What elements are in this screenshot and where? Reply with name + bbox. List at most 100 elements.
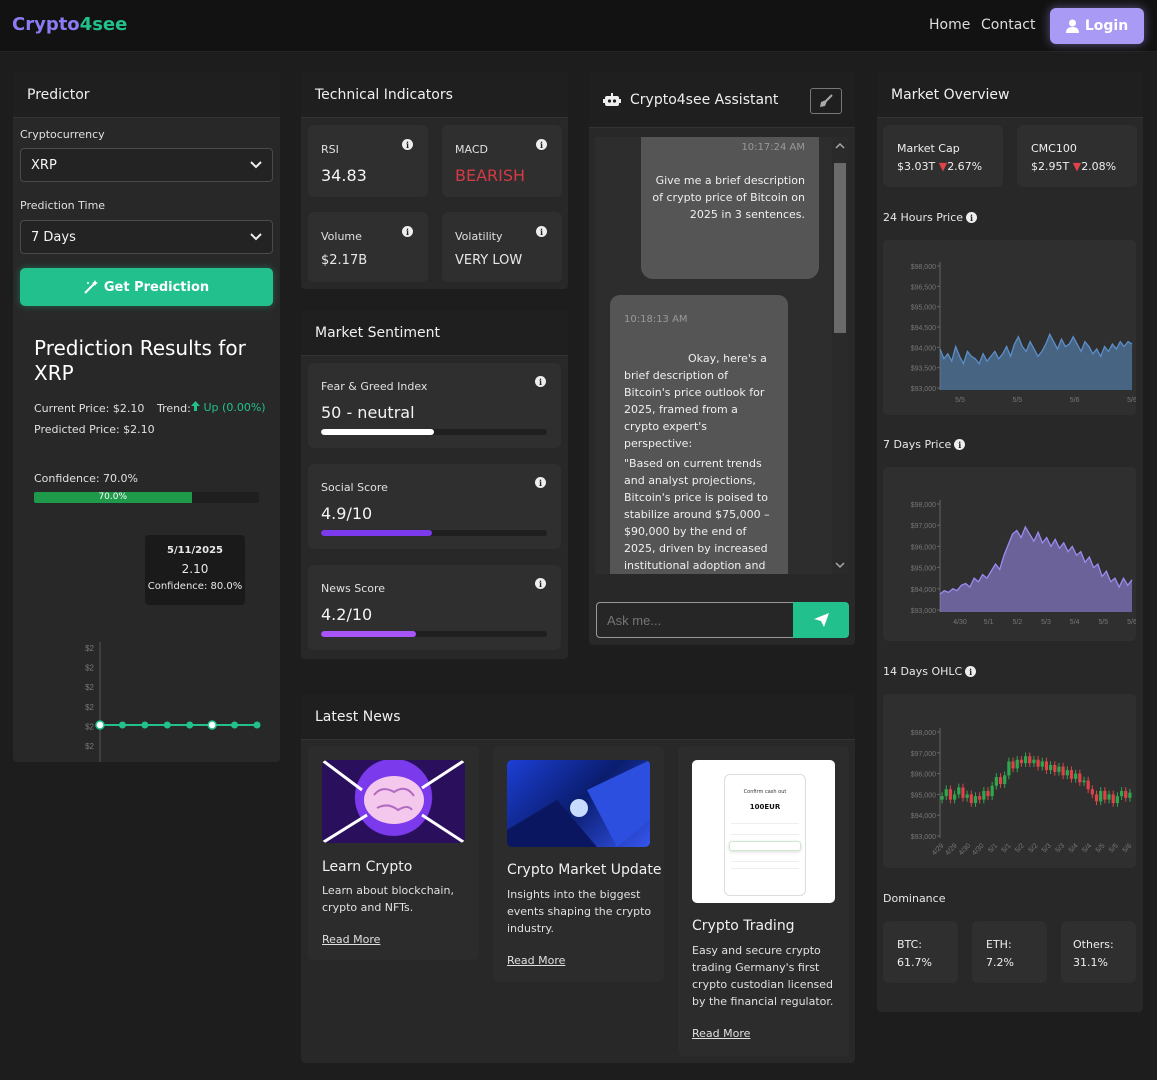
phone-header: Confirm cash out bbox=[743, 789, 787, 795]
clear-chat-button[interactable] bbox=[810, 88, 842, 114]
candle-body bbox=[1019, 759, 1023, 764]
candle-body bbox=[944, 789, 948, 797]
phone-amount: 100EUR bbox=[749, 803, 781, 811]
assistant-title: Crypto4see Assistant bbox=[630, 91, 779, 108]
info-icon[interactable]: i bbox=[965, 666, 977, 677]
candle-body bbox=[994, 777, 998, 786]
brand-part-b: 4see bbox=[79, 14, 128, 35]
candle-body bbox=[1119, 790, 1124, 797]
info-icon[interactable]: i bbox=[535, 477, 546, 488]
x-tick-label: 5/1 bbox=[984, 619, 994, 626]
info-icon[interactable]: i bbox=[535, 578, 546, 589]
send-button[interactable] bbox=[793, 602, 849, 638]
news-card-desc: Learn about blockchain, crypto and NFTs. bbox=[322, 884, 454, 914]
x-tick-label: 5/4 bbox=[1070, 619, 1080, 626]
candle-body bbox=[1086, 780, 1090, 790]
candle-body bbox=[982, 790, 986, 800]
chat-messages[interactable]: 10:17:24 AM Give me a brief description … bbox=[595, 137, 848, 574]
info-icon[interactable]: i bbox=[402, 139, 413, 150]
news-card-title: Crypto Market Update bbox=[507, 862, 662, 878]
time-label: Prediction Time bbox=[20, 199, 106, 212]
candle-body bbox=[1065, 770, 1069, 776]
brand-logo[interactable]: Crypto4see bbox=[12, 14, 127, 35]
current-price: Current Price: $2.10 bbox=[34, 402, 145, 415]
y-tick-label: $94,000 bbox=[911, 813, 936, 820]
candle-body bbox=[969, 794, 973, 804]
market-cap-value: $3.03T bbox=[897, 160, 936, 173]
nav-link-contact[interactable]: Contact bbox=[981, 17, 1035, 33]
crypto-select[interactable]: XRP bbox=[20, 148, 273, 182]
volume-value: $2.17B bbox=[321, 253, 368, 268]
candle-body bbox=[973, 796, 978, 804]
y-tick-label: $2 bbox=[85, 703, 94, 712]
tooltip-value: 2.10 bbox=[181, 562, 209, 576]
user-message: 10:17:24 AM Give me a brief description … bbox=[641, 137, 819, 279]
read-more-link[interactable]: Read More bbox=[322, 933, 380, 946]
candle-body bbox=[961, 787, 965, 798]
nav-link-home[interactable]: Home bbox=[929, 17, 970, 33]
bot-message-text-2: "Based on current trends and analyst pro… bbox=[624, 457, 770, 572]
time-select[interactable]: 7 Days bbox=[20, 220, 273, 254]
candle-body bbox=[1007, 761, 1011, 776]
others-value: 31.1% bbox=[1073, 956, 1108, 969]
y-tick-label: $2 bbox=[85, 722, 94, 731]
candle-body bbox=[1032, 759, 1036, 764]
trend-label: Trend: bbox=[157, 402, 191, 415]
info-icon[interactable]: i bbox=[536, 226, 547, 237]
fear-greed-bar bbox=[321, 429, 547, 435]
confidence-label: Confidence: 70.0% bbox=[34, 472, 138, 485]
read-more-link[interactable]: Read More bbox=[507, 954, 565, 967]
y-tick-label: $95,000 bbox=[911, 305, 936, 312]
volume-card: Volume i $2.17B bbox=[308, 212, 428, 282]
get-prediction-button[interactable]: Get Prediction bbox=[20, 268, 273, 306]
login-button[interactable]: Login bbox=[1050, 8, 1144, 44]
news-image-market bbox=[507, 760, 650, 847]
read-more-link[interactable]: Read More bbox=[692, 1027, 750, 1040]
x-tick-label: 5/5 bbox=[1108, 842, 1120, 854]
candle-body bbox=[1044, 761, 1049, 771]
bot-message: 10:18:13 AM Okay, here's a brief descrip… bbox=[610, 295, 788, 574]
info-icon[interactable]: i bbox=[536, 139, 547, 150]
info-icon[interactable]: i bbox=[535, 376, 546, 387]
predictor-title: Predictor bbox=[27, 86, 90, 103]
info-icon[interactable]: i bbox=[966, 212, 978, 223]
info-icon[interactable]: i bbox=[402, 226, 413, 237]
get-prediction-label: Get Prediction bbox=[103, 279, 210, 295]
chat-scrollbar-thumb[interactable] bbox=[834, 163, 846, 333]
fear-greed-value: 50 - neutral bbox=[321, 403, 415, 422]
candle-body bbox=[1028, 756, 1032, 764]
technical-title: Technical Indicators bbox=[315, 86, 453, 103]
volatility-label: Volatility bbox=[455, 230, 503, 243]
broom-icon bbox=[820, 94, 833, 107]
assistant-panel: Crypto4see Assistant 10:17:24 AM Give me… bbox=[589, 72, 855, 645]
x-tick-label: 5/1 bbox=[1001, 842, 1013, 854]
y-tick-label: $93,000 bbox=[911, 608, 936, 615]
y-tick-label: $97,000 bbox=[911, 523, 936, 530]
rsi-card: RSI i 34.83 bbox=[308, 125, 428, 197]
y-tick-label: $96,000 bbox=[911, 772, 936, 779]
news-card-desc: Easy and secure crypto trading Germany's… bbox=[692, 944, 834, 1008]
social-score-bar bbox=[321, 530, 547, 536]
candle-body bbox=[948, 789, 953, 800]
news-score-label: News Score bbox=[321, 582, 386, 595]
x-tick-label: 5/6 bbox=[1127, 397, 1136, 404]
market-title: Market Overview bbox=[891, 86, 1010, 103]
x-tick-label: 5/6 bbox=[1127, 619, 1136, 626]
cmc100-label: CMC100 bbox=[1031, 142, 1077, 155]
volume-label: Volume bbox=[321, 230, 362, 243]
info-icon[interactable]: i bbox=[954, 439, 966, 450]
area-fill bbox=[940, 334, 1132, 390]
x-tick-label: 4/30 bbox=[958, 842, 973, 857]
market-header: Market Overview bbox=[877, 72, 1143, 118]
news-title: Latest News bbox=[315, 708, 401, 725]
trend-value-wrap: Up (0.00%) bbox=[191, 401, 266, 414]
x-tick-label: 5/2 bbox=[1014, 842, 1026, 854]
eth-value: 7.2% bbox=[986, 956, 1014, 969]
rsi-value: 34.83 bbox=[321, 166, 367, 185]
caret-down-icon: ▼ bbox=[938, 160, 948, 173]
x-tick-label: 5/6 bbox=[1122, 842, 1134, 854]
candle-body bbox=[1040, 761, 1044, 767]
candle-body bbox=[1057, 766, 1061, 772]
chat-scrollbar[interactable] bbox=[832, 137, 848, 574]
chat-input[interactable] bbox=[596, 602, 794, 638]
